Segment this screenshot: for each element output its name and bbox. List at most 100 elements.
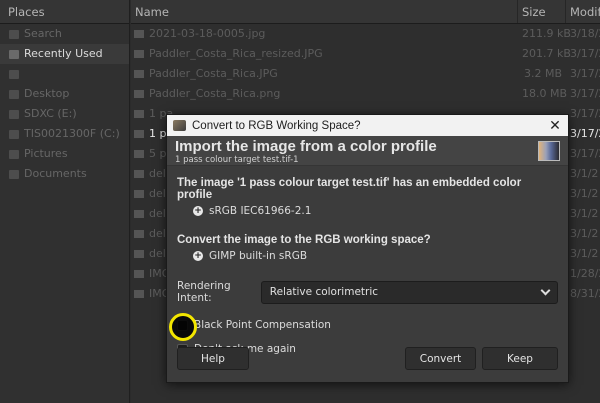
place-item[interactable] [0, 64, 129, 84]
place-label: Documents [24, 167, 87, 180]
image-file-icon [134, 250, 144, 258]
place-label: Recently Used [24, 47, 103, 60]
gimp-icon [173, 120, 186, 131]
recent-icon [9, 49, 19, 59]
file-name: Paddler_Costa_Rica.png [149, 87, 281, 100]
image-file-icon [134, 190, 144, 198]
image-file-icon [134, 210, 144, 218]
image-file-icon [134, 50, 144, 58]
close-icon[interactable]: ✕ [542, 117, 568, 134]
file-row[interactable]: Paddler_Costa_Rica.JPG 3.2 MB 3/17/2 [131, 64, 600, 84]
file-name-cell: Paddler_Costa_Rica_resized.JPG [131, 44, 518, 64]
chevron-down-icon [540, 285, 551, 295]
image-file-icon [134, 290, 144, 298]
search-icon [9, 29, 19, 39]
file-row[interactable]: 2021-03-18-0005.jpg 211.9 kB3/18/2 [131, 24, 600, 44]
file-modified: 3/1/2 [570, 247, 599, 260]
expand-icon[interactable]: + [193, 206, 203, 216]
file-modified: 3/17/2 [570, 87, 600, 100]
place-label: Pictures [24, 147, 68, 160]
place-label: TIS0021300F (C:) [24, 127, 120, 140]
embedded-profile[interactable]: + sRGB IEC61966-2.1 [193, 205, 558, 217]
place-label: SDXC (E:) [24, 107, 77, 120]
place-item[interactable]: SDXC (E:) [0, 104, 129, 124]
places-header: Places [0, 0, 129, 24]
file-modified: 8/31/2 [570, 287, 600, 300]
folder-icon [9, 89, 19, 99]
place-label: Search [24, 27, 62, 40]
rendering-intent-value: Relative colorimetric [269, 286, 379, 298]
place-item[interactable]: Recently Used [0, 44, 129, 64]
place-item[interactable]: Pictures [0, 144, 129, 164]
file-modified: 3/17/2 [570, 107, 600, 120]
place-item[interactable]: Documents [0, 164, 129, 184]
help-button[interactable]: Help [177, 347, 249, 370]
convert-question: Convert the image to the RGB working spa… [177, 234, 431, 246]
file-name-cell: Paddler_Costa_Rica.JPG [131, 64, 518, 84]
image-thumbnail [538, 141, 560, 161]
file-modified: 3/17/2 [570, 147, 600, 160]
file-modified: 3/1/2 [570, 187, 599, 200]
file-name: Paddler_Costa_Rica.JPG [149, 67, 278, 80]
file-modified: 3/17/2 [570, 127, 600, 140]
image-file-icon [134, 130, 144, 138]
file-list-header: Name Size Modifi [131, 0, 600, 24]
dialog-titlebar[interactable]: Convert to RGB Working Space? ✕ [167, 115, 568, 136]
image-file-icon [134, 70, 144, 78]
place-item[interactable]: Search [0, 24, 129, 44]
places-sidebar: Places Search Recently Used Desktop SDXC (E… [0, 0, 130, 403]
file-modified: 3/18/2 [570, 27, 600, 40]
file-size: 211.9 kB [522, 27, 571, 40]
black-point-compensation-checkbox[interactable] [169, 312, 197, 341]
place-item[interactable]: Desktop [0, 84, 129, 104]
embedded-profile-name: sRGB IEC61966-2.1 [209, 205, 312, 217]
image-file-icon [134, 150, 144, 158]
file-size: 201.7 kB [522, 47, 571, 60]
image-file-icon [134, 90, 144, 98]
image-file-icon [134, 170, 144, 178]
folder-icon [9, 69, 19, 79]
file-name: Paddler_Costa_Rica_resized.JPG [149, 47, 323, 60]
image-file-icon [134, 270, 144, 278]
working-profile[interactable]: + GIMP built-in sRGB [193, 250, 558, 262]
working-profile-name: GIMP built-in sRGB [209, 250, 308, 262]
keep-button[interactable]: Keep [482, 347, 558, 370]
rendering-intent-label: Rendering Intent: [177, 280, 231, 304]
black-point-compensation-row[interactable]: Black Point Compensation [169, 312, 558, 341]
folder-icon [9, 169, 19, 179]
file-modified: 1/28/2 [570, 267, 600, 280]
file-name-cell: 2021-03-18-0005.jpg [131, 24, 518, 44]
dialog-heading: Import the image from a color profile [175, 138, 437, 155]
rendering-intent-select[interactable]: Relative colorimetric [260, 280, 558, 304]
column-modified[interactable]: Modifi [566, 0, 600, 23]
file-modified: 3/17/2 [570, 47, 600, 60]
file-modified: 3/1/2 [570, 207, 599, 220]
image-file-icon [134, 30, 144, 38]
file-modified: 3/1/2 [570, 227, 599, 240]
dialog-header: Import the image from a color profile 1 … [167, 136, 568, 166]
column-name[interactable]: Name [131, 0, 518, 23]
embedded-profile-text: The image '1 pass colour target test.tif… [177, 177, 522, 201]
file-row[interactable]: Paddler_Costa_Rica_resized.JPG 201.7 kB 3/… [131, 44, 600, 64]
place-label: Desktop [24, 87, 70, 100]
file-name-cell: Paddler_Costa_Rica.png [131, 84, 518, 104]
convert-button[interactable]: Convert [405, 347, 476, 370]
drive-icon [9, 109, 19, 119]
image-file-icon [134, 110, 144, 118]
expand-icon[interactable]: + [193, 251, 203, 261]
folder-icon [9, 149, 19, 159]
dialog-title: Convert to RGB Working Space? [192, 119, 361, 132]
file-row[interactable]: Paddler_Costa_Rica.png 18.0 MB3/17/2 [131, 84, 600, 104]
drive-icon [9, 129, 19, 139]
column-size[interactable]: Size [518, 0, 566, 23]
dialog-subheading: 1 pass colour target test.tif-1 [175, 155, 299, 165]
file-size: 18.0 MB [522, 87, 568, 100]
place-item[interactable]: TIS0021300F (C:) [0, 124, 129, 144]
file-size: 3.2 MB [523, 67, 562, 80]
file-modified: 3/17/2 [570, 67, 600, 80]
file-modified: 3/1/2 [570, 167, 599, 180]
file-name: 2021-03-18-0005.jpg [149, 27, 266, 40]
image-file-icon [134, 230, 144, 238]
black-point-compensation-label: Black Point Compensation [194, 319, 331, 331]
convert-dialog: Convert to RGB Working Space? ✕ Import t… [166, 114, 569, 383]
